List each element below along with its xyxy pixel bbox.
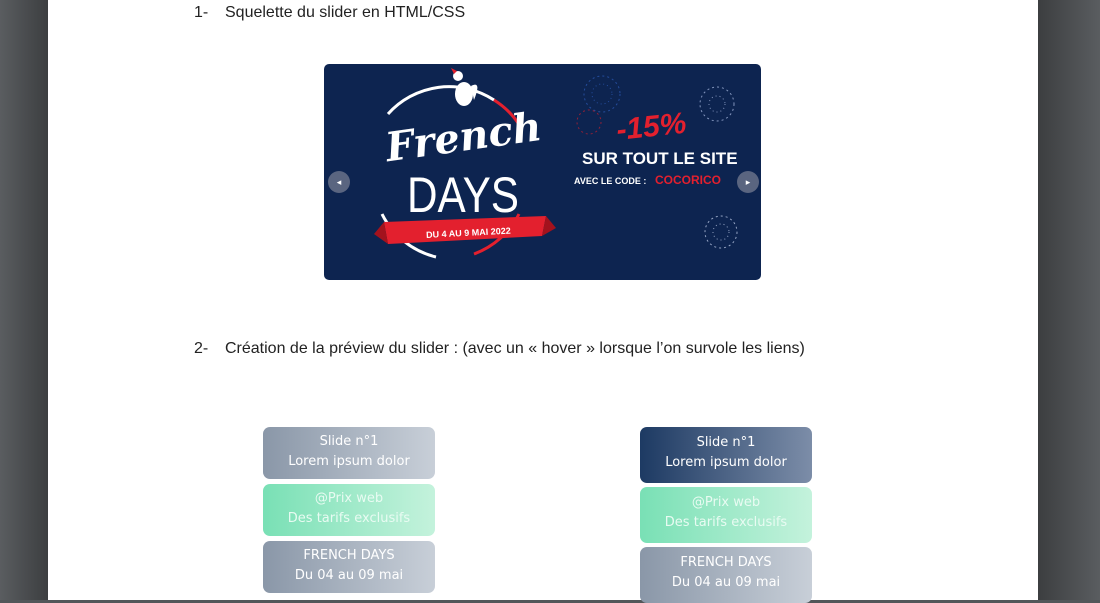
slide-link-subtitle: Des tarifs exclusifs bbox=[287, 511, 411, 526]
slide-link-subtitle: Lorem ipsum dolor bbox=[288, 454, 410, 469]
slide-link-1-hover[interactable]: Slide n°1 Lorem ipsum dolor bbox=[640, 427, 812, 483]
arrow-left-icon: ◂ bbox=[336, 177, 342, 187]
section-1-number: 1- bbox=[194, 4, 209, 21]
slide-link-subtitle: Du 04 au 09 mai bbox=[294, 568, 404, 583]
slide-link-3-hover[interactable]: FRENCH DAYS Du 04 au 09 mai bbox=[640, 547, 812, 603]
previous-slide-button[interactable]: ◂ bbox=[328, 171, 350, 193]
slide-link-3[interactable]: FRENCH DAYS Du 04 au 09 mai bbox=[263, 541, 435, 593]
slide-link-title: @Prix web bbox=[314, 491, 384, 506]
slide-link-subtitle: Lorem ipsum dolor bbox=[665, 455, 787, 470]
section-2-number: 2- bbox=[194, 340, 209, 357]
section-2-heading: 2- Création de la préview du slider : (av… bbox=[194, 340, 805, 358]
slide-link-title: Slide n°1 bbox=[319, 434, 379, 449]
slide-link-title: FRENCH DAYS bbox=[680, 555, 772, 570]
discount-text: -15% bbox=[615, 107, 688, 147]
slide-link-title: @Prix web bbox=[691, 495, 761, 510]
viewer-left-gutter bbox=[0, 0, 48, 600]
firework-icon bbox=[583, 75, 621, 113]
slider-banner: French DAYS DU 4 AU 9 MAI 2022 -15% SUR … bbox=[324, 64, 761, 280]
slide-link-subtitle: Du 04 au 09 mai bbox=[671, 575, 781, 590]
slide-link-2[interactable]: @Prix web Des tarifs exclusifs bbox=[263, 484, 435, 536]
slide-link-title: Slide n°1 bbox=[696, 435, 756, 450]
section-2-title: Création de la préview du slider : (avec… bbox=[225, 340, 805, 357]
slide-link-1[interactable]: Slide n°1 Lorem ipsum dolor bbox=[263, 427, 435, 479]
promo-code: COCORICO bbox=[655, 173, 721, 187]
logo-title-french: French bbox=[382, 103, 545, 171]
slide-link-2-hover[interactable]: @Prix web Des tarifs exclusifs bbox=[640, 487, 812, 543]
logo-title-days: DAYS bbox=[407, 167, 519, 223]
section-1-heading: 1- Squelette du slider en HTML/CSS bbox=[194, 4, 465, 22]
firework-icon bbox=[704, 215, 738, 249]
next-slide-button[interactable]: ▸ bbox=[737, 171, 759, 193]
document-page: 1- Squelette du slider en HTML/CSS Frenc… bbox=[48, 0, 1038, 603]
headline-text: SUR TOUT LE SITE bbox=[582, 149, 738, 168]
slide-link-subtitle: Des tarifs exclusifs bbox=[664, 515, 788, 530]
arrow-right-icon: ▸ bbox=[745, 177, 751, 187]
firework-icon bbox=[699, 86, 735, 122]
slide-link-title: FRENCH DAYS bbox=[303, 548, 395, 563]
firework-icon bbox=[576, 109, 602, 135]
section-1-title: Squelette du slider en HTML/CSS bbox=[225, 4, 466, 21]
code-label: AVEC LE CODE : bbox=[574, 176, 646, 186]
viewer-right-gutter bbox=[1038, 0, 1100, 600]
french-days-artwork: French DAYS DU 4 AU 9 MAI 2022 -15% SUR … bbox=[374, 68, 738, 259]
